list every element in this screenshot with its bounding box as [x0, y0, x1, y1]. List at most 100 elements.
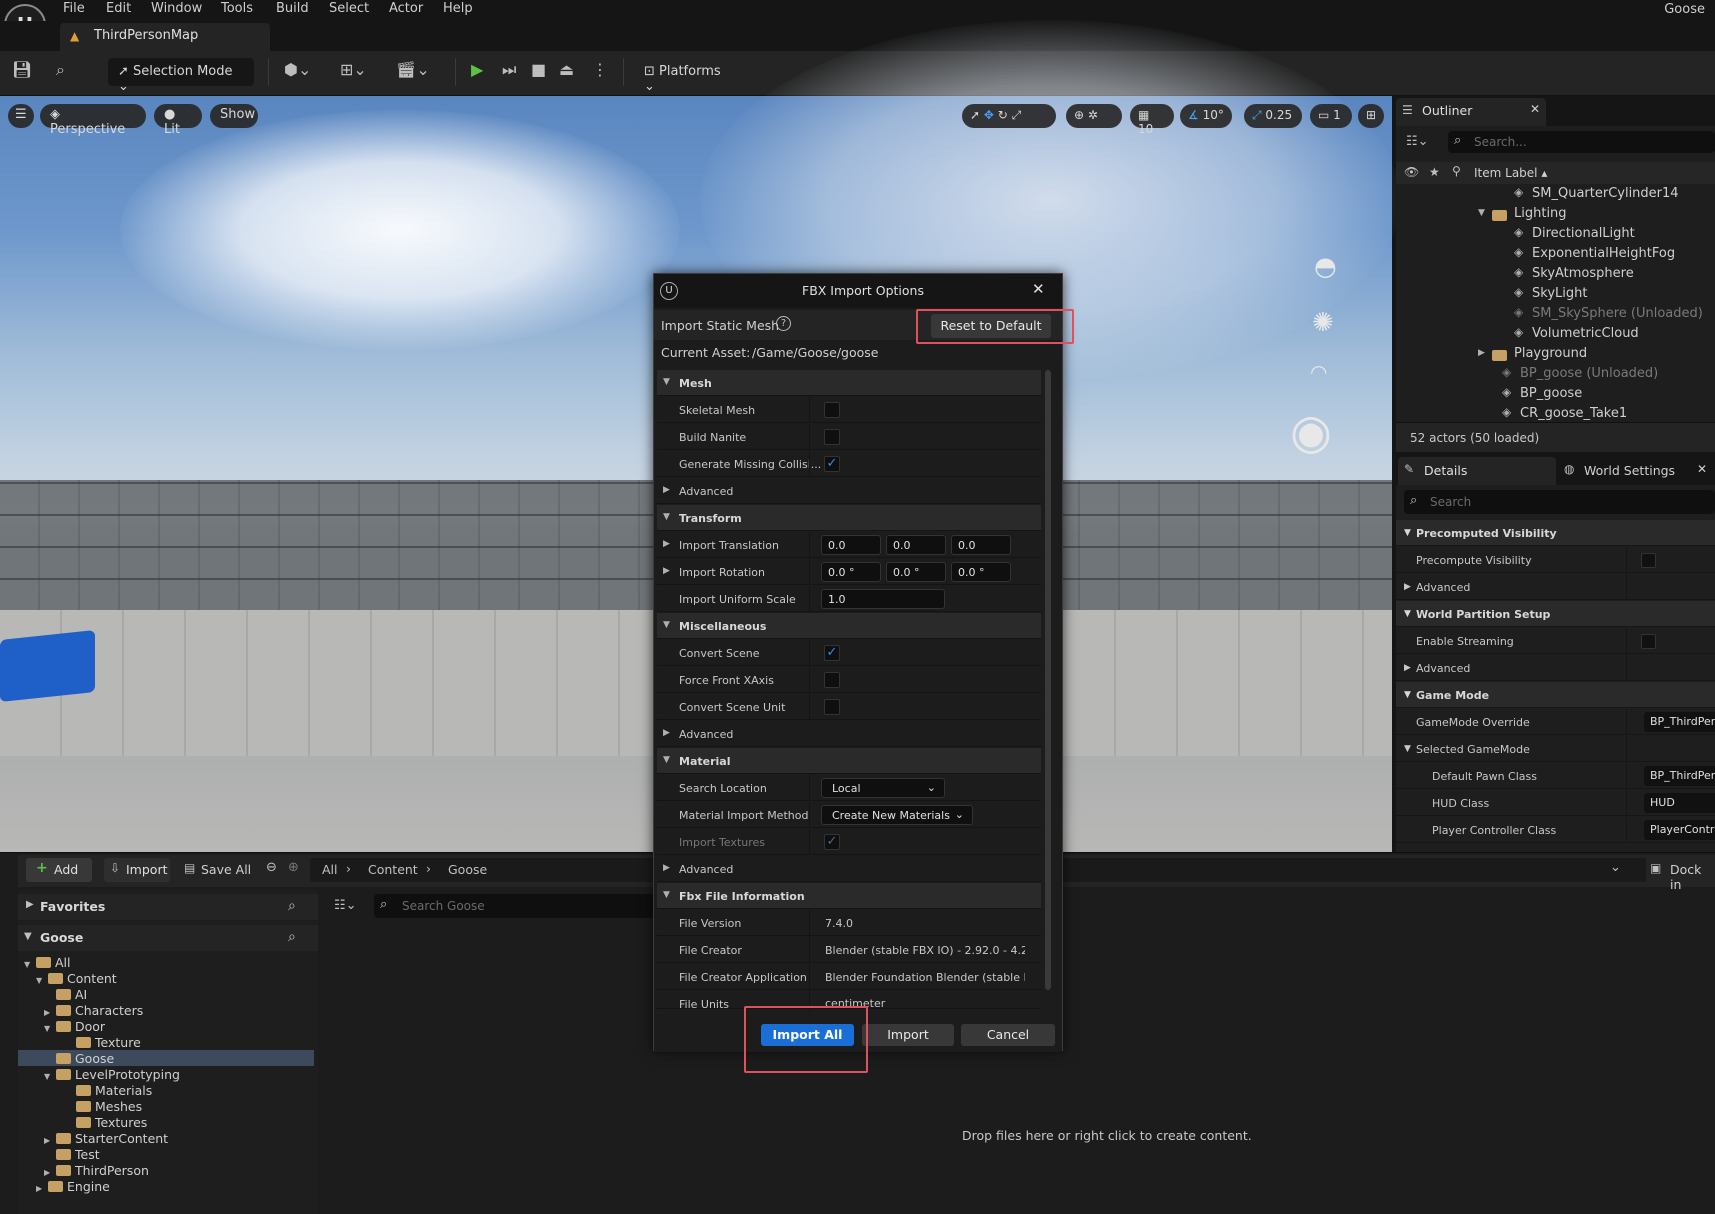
column-splitter[interactable] [809, 586, 810, 612]
option-checkbox[interactable]: ✓ [824, 456, 840, 472]
chevron-right-icon[interactable]: ▶ [36, 1184, 48, 1193]
outliner-row[interactable]: ◈ SM_SkySphere (Unloaded) [1396, 304, 1715, 324]
more-options-icon[interactable]: ⋮ [592, 60, 608, 79]
option-dropdown[interactable]: Local ⌄ [821, 778, 945, 798]
details-search-input[interactable]: ⌕ Search [1404, 490, 1715, 514]
eject-icon[interactable]: ⏏︎ [559, 60, 574, 79]
option-checkbox[interactable] [824, 402, 840, 418]
pin-icon[interactable]: ⚲ [1452, 164, 1461, 178]
chevron-down-icon[interactable]: ▼ [1404, 609, 1411, 619]
outliner-row[interactable]: ▶ Playground [1396, 344, 1715, 364]
folder-tree-item[interactable]: ▼ All [24, 955, 71, 971]
goose-header[interactable]: ▼ Goose ⌕ [18, 925, 318, 951]
chevron-down-icon[interactable]: ▼ [36, 976, 48, 985]
chevron-down-icon[interactable]: ▼ [663, 755, 670, 765]
dialog-option-row[interactable]: ▶ Advanced [657, 478, 1041, 504]
layout-icon[interactable]: ⊞ [1358, 104, 1384, 128]
close-icon[interactable]: ✕ [1032, 280, 1045, 298]
vector-component-input[interactable]: 0.0 [886, 535, 946, 555]
dialog-option-row[interactable]: Skeletal Mesh [657, 397, 1041, 423]
folder-tree-item[interactable]: ▶ ThirdPerson [44, 1163, 149, 1179]
vector-component-input[interactable]: 0.0 ° [821, 562, 881, 582]
details-row[interactable]: ▼ Selected GameMode [1396, 736, 1715, 762]
step-icon[interactable]: ⏭︎ [502, 60, 516, 80]
sky-light-gizmo-icon[interactable]: ◠ [1310, 360, 1327, 384]
folder-tree-item[interactable]: Goose [44, 1051, 114, 1067]
column-splitter[interactable] [1626, 817, 1627, 843]
details-checkbox[interactable] [1641, 634, 1656, 649]
option-checkbox[interactable] [824, 699, 840, 715]
folder-tree-item[interactable]: ▼ Content [36, 971, 117, 987]
favorites-header[interactable]: ▶ Favorites ⌕ [18, 894, 318, 920]
perspective-button[interactable]: ◈ Perspective [40, 104, 146, 137]
eye-icon[interactable]: 👁︎ [1404, 165, 1419, 179]
column-splitter[interactable] [809, 775, 810, 801]
details-row[interactable]: ▶ Advanced [1396, 574, 1715, 600]
chevron-down-icon[interactable]: ▼ [1478, 208, 1485, 218]
chevron-down-icon[interactable]: ▼ [24, 960, 36, 969]
back-icon[interactable]: ⊖ [266, 860, 277, 875]
column-splitter[interactable] [809, 559, 810, 585]
dialog-option-row[interactable]: Build Nanite [657, 424, 1041, 450]
vector-component-input[interactable]: 0.0 [821, 535, 881, 555]
column-splitter[interactable] [809, 667, 810, 693]
chevron-right-icon[interactable]: ▶ [1478, 348, 1485, 358]
help-icon[interactable]: ? [776, 316, 791, 331]
details-row[interactable]: Enable Streaming [1396, 628, 1715, 654]
column-splitter[interactable] [809, 532, 810, 558]
dialog-option-row[interactable]: Force Front XAxis [657, 667, 1041, 693]
uniform-scale-input[interactable]: 1.0 [821, 589, 945, 609]
column-splitter[interactable] [809, 910, 810, 936]
column-splitter[interactable] [1626, 709, 1627, 735]
dialog-option-row[interactable]: ▶ Import Translation 0.0 0.0 0.0 [657, 532, 1041, 558]
play-icon[interactable]: ▶ [471, 60, 483, 79]
details-class-value[interactable]: BP_ThirdPers [1644, 766, 1715, 786]
folder-tree-item[interactable]: Textures [64, 1115, 147, 1131]
folder-tree-item[interactable]: ▶ Engine [36, 1179, 110, 1195]
show-button[interactable]: Show [210, 104, 258, 128]
lit-button[interactable]: ● Lit [154, 104, 202, 137]
camera-speed-button[interactable]: ▭ 1 [1310, 104, 1352, 128]
add-actor-icon[interactable]: ⬢⌄ [284, 60, 311, 79]
folder-tree-item[interactable]: ▶ StarterContent [44, 1131, 168, 1147]
dialog-option-row[interactable]: Convert Scene ✓ [657, 640, 1041, 666]
search-icon[interactable]: ⌕ [288, 929, 296, 945]
chevron-right-icon[interactable]: ▶ [663, 728, 670, 738]
details-row[interactable]: Precompute Visibility [1396, 547, 1715, 573]
folder-tree-item[interactable]: Materials [64, 1083, 152, 1099]
chevron-right-icon[interactable]: ▶ [663, 485, 670, 495]
grid-snap-button[interactable]: ▦ 10 [1130, 104, 1174, 136]
chevron-right-icon[interactable]: ▶ [1404, 582, 1411, 592]
dialog-option-row[interactable]: Material Import Method Create New Materia… [657, 802, 1041, 828]
filter-icon[interactable]: ☷⌄ [334, 898, 357, 913]
item-label-column[interactable]: Item Label ▴ [1474, 166, 1547, 180]
details-row[interactable]: ▶ Advanced [1396, 655, 1715, 681]
dialog-option-row[interactable]: Import Textures ✓ [657, 829, 1041, 855]
dialog-option-row[interactable]: Search Location Local ⌄ [657, 775, 1041, 801]
chevron-down-icon[interactable]: ▼ [44, 1072, 56, 1081]
outliner-row[interactable]: ▼ Lighting [1396, 204, 1715, 224]
menu-tools[interactable]: Tools [221, 1, 253, 16]
directional-light-gizmo-icon[interactable]: ✺ [1312, 308, 1334, 338]
column-splitter[interactable] [1626, 547, 1627, 573]
save-icon[interactable]: 💾︎ [12, 60, 32, 79]
breadcrumb-all[interactable]: All [322, 862, 338, 877]
dialog-section-header[interactable]: ▼ Transform [657, 505, 1041, 531]
filter-icon[interactable]: ☷⌄ [1406, 134, 1429, 149]
dialog-option-row[interactable]: ▶ Advanced [657, 721, 1041, 747]
outliner-row[interactable]: ◈ BP_goose (Unloaded) [1396, 364, 1715, 384]
column-splitter[interactable] [809, 640, 810, 666]
details-class-value[interactable]: HUD [1644, 793, 1715, 813]
level-tab[interactable]: ▲ ThirdPersonMap [60, 23, 270, 51]
outliner-row[interactable]: ◈ ExponentialHeightFog [1396, 244, 1715, 264]
column-splitter[interactable] [809, 451, 810, 477]
folder-tree-item[interactable]: ▼ LevelPrototyping [44, 1067, 180, 1083]
option-dropdown[interactable]: Create New Materials ⌄ [821, 805, 973, 825]
dialog-scrollbar[interactable] [1045, 370, 1051, 990]
cinematics-icon[interactable]: 🎬︎⌄ [396, 60, 430, 79]
cancel-button[interactable]: Cancel [961, 1024, 1055, 1046]
breadcrumb-content[interactable]: Content [368, 862, 418, 877]
dialog-option-row[interactable]: Generate Missing Collisi... ✓ [657, 451, 1041, 477]
column-splitter[interactable] [809, 424, 810, 450]
dialog-section-header[interactable]: ▼ Miscellaneous [657, 613, 1041, 639]
